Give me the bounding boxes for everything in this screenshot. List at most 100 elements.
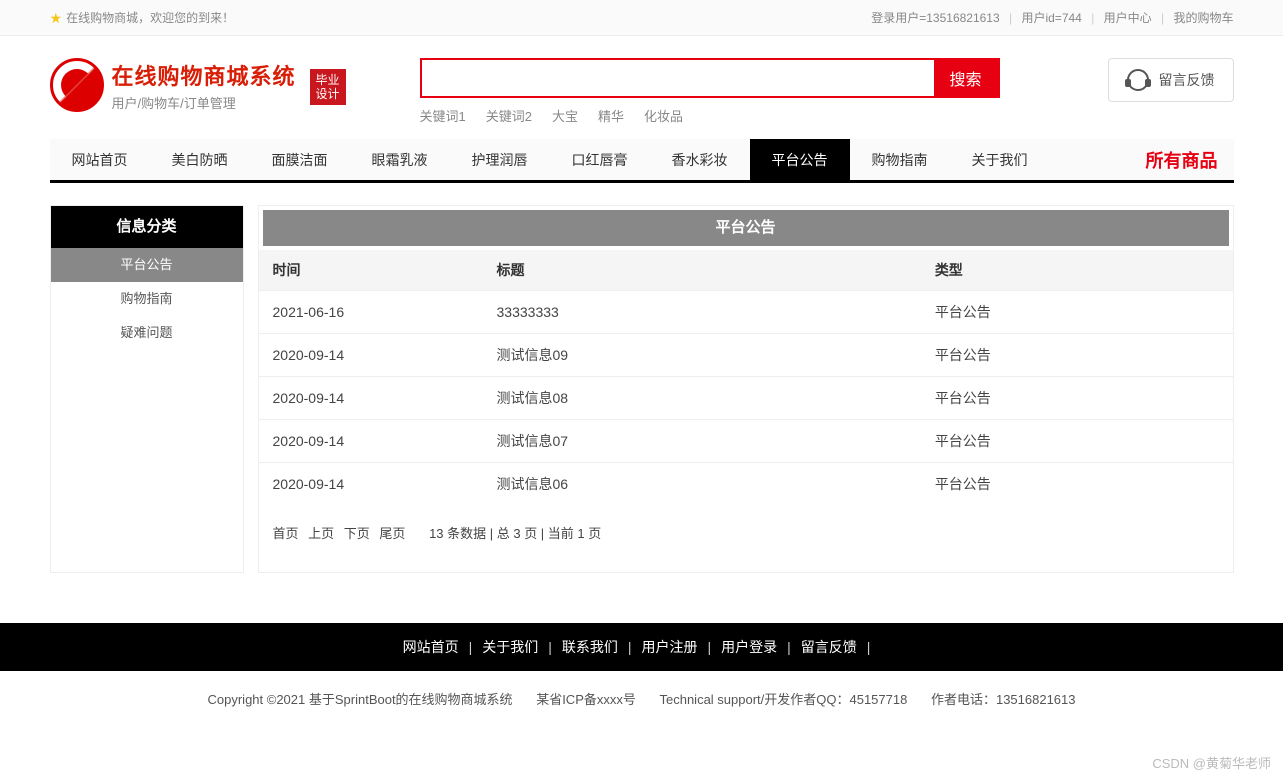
cell-time: 2020-09-14 [259, 463, 483, 506]
cell-time: 2021-06-16 [259, 291, 483, 334]
topbar-right: 登录用户=13516821613 | 用户id=744 | 用户中心 | 我的购… [871, 0, 1233, 36]
page-last[interactable]: 尾页 [379, 526, 405, 541]
sidebar-item[interactable]: 平台公告 [51, 248, 243, 282]
welcome-area: ★ 在线购物商城，欢迎您的到来！ [50, 0, 235, 36]
separator: | [469, 639, 473, 655]
col-title: 标题 [483, 250, 921, 291]
nav-item[interactable]: 香水彩妆 [650, 139, 750, 180]
search-input[interactable] [422, 60, 934, 96]
star-icon: ★ [50, 0, 63, 36]
user-center-link[interactable]: 用户中心 [1104, 11, 1152, 25]
cell-title: 测试信息08 [483, 377, 921, 420]
nav-item[interactable]: 护理润唇 [450, 139, 550, 180]
cell-title: 33333333 [483, 291, 921, 334]
welcome-text: 在线购物商城，欢迎您的到来！ [66, 0, 234, 36]
icp: 某省ICP备xxxx号 [536, 692, 636, 707]
footer-info: Copyright ©2021 基于SprintBoot的在线购物商城系统 某省… [0, 671, 1283, 748]
sidebar: 信息分类 平台公告购物指南疑难问题 [50, 205, 244, 573]
sidebar-item[interactable]: 购物指南 [51, 282, 243, 316]
page-next[interactable]: 下页 [344, 526, 370, 541]
panel-title: 平台公告 [263, 210, 1229, 246]
header: 在线购物商城系统 用户/购物车/订单管理 毕业 设计 搜索 关键词1 关键词2 大宝… [42, 36, 1242, 191]
separator: | [1009, 11, 1012, 25]
pagination: 首页 上页 下页 尾页 13 条数据 | 总 3 页 | 当前 1 页 [259, 505, 1233, 542]
cell-type: 平台公告 [921, 420, 1233, 463]
login-user: 登录用户=13516821613 [871, 11, 999, 25]
footer-link[interactable]: 关于我们 [482, 639, 538, 655]
keyword-link[interactable]: 大宝 [552, 109, 578, 124]
my-cart-link[interactable]: 我的购物车 [1173, 11, 1233, 25]
feedback-area: 留言反馈 [1108, 58, 1234, 102]
separator: | [1091, 11, 1094, 25]
nav-item[interactable]: 购物指南 [850, 139, 950, 180]
table-row[interactable]: 2020-09-14测试信息07平台公告 [259, 420, 1233, 463]
table-row[interactable]: 2020-09-14测试信息08平台公告 [259, 377, 1233, 420]
main-content: 信息分类 平台公告购物指南疑难问题 平台公告 时间 标题 类型 2021-06-… [42, 191, 1242, 613]
sidebar-item[interactable]: 疑难问题 [51, 316, 243, 350]
badge-line1: 毕业 [316, 73, 340, 87]
footer-link[interactable]: 用户注册 [642, 639, 698, 655]
separator: | [708, 639, 712, 655]
cell-title: 测试信息06 [483, 463, 921, 506]
footer-link[interactable]: 留言反馈 [801, 639, 857, 655]
nav-item[interactable]: 面膜洁面 [250, 139, 350, 180]
nav-item[interactable]: 眼霜乳液 [350, 139, 450, 180]
nav-item[interactable]: 美白防晒 [150, 139, 250, 180]
topbar: ★ 在线购物商城，欢迎您的到来！ 登录用户=13516821613 | 用户id… [0, 0, 1283, 36]
page-prev[interactable]: 上页 [308, 526, 334, 541]
page-first[interactable]: 首页 [273, 526, 299, 541]
col-time: 时间 [259, 250, 483, 291]
cell-time: 2020-09-14 [259, 420, 483, 463]
cell-type: 平台公告 [921, 291, 1233, 334]
user-id: 用户id=744 [1021, 11, 1081, 25]
keyword-link[interactable]: 关键词1 [420, 109, 466, 124]
copyright: Copyright ©2021 基于SprintBoot的在线购物商城系统 [208, 692, 513, 707]
separator: | [628, 639, 632, 655]
nav-item[interactable]: 关于我们 [950, 139, 1050, 180]
separator: | [1161, 11, 1164, 25]
feedback-label: 留言反馈 [1159, 70, 1215, 90]
keyword-row: 关键词1 关键词2 大宝 精华 化妆品 [420, 106, 1000, 125]
badge-line2: 设计 [316, 87, 340, 101]
table-row[interactable]: 2021-06-1633333333平台公告 [259, 291, 1233, 334]
headset-icon [1127, 69, 1149, 91]
nav-item[interactable]: 口红唇膏 [550, 139, 650, 180]
watermark: CSDN @黄菊华老师 [1152, 753, 1271, 772]
keyword-link[interactable]: 精华 [598, 109, 624, 124]
table-row[interactable]: 2020-09-14测试信息06平台公告 [259, 463, 1233, 506]
cell-type: 平台公告 [921, 377, 1233, 420]
cell-type: 平台公告 [921, 334, 1233, 377]
main-nav: 网站首页美白防晒面膜洁面眼霜乳液护理润唇口红唇膏香水彩妆平台公告购物指南关于我们… [50, 139, 1234, 183]
content-panel: 平台公告 时间 标题 类型 2021-06-1633333333平台公告2020… [258, 205, 1234, 573]
footer-link[interactable]: 联系我们 [562, 639, 618, 655]
cell-type: 平台公告 [921, 463, 1233, 506]
nav-item[interactable]: 网站首页 [50, 139, 150, 180]
footer-link[interactable]: 用户登录 [721, 639, 777, 655]
footer-nav: 网站首页 | 关于我们 | 联系我们 | 用户注册 | 用户登录 | 留言反馈 | [0, 623, 1283, 671]
cell-time: 2020-09-14 [259, 377, 483, 420]
logo-title: 在线购物商城系统 [112, 59, 296, 91]
table-row[interactable]: 2020-09-14测试信息09平台公告 [259, 334, 1233, 377]
logo-subtitle: 用户/购物车/订单管理 [112, 93, 296, 112]
support: Technical support/开发作者QQ：45157718 [659, 692, 907, 707]
search-button[interactable]: 搜索 [934, 60, 998, 96]
search-area: 搜索 关键词1 关键词2 大宝 精华 化妆品 [420, 58, 1000, 125]
keyword-link[interactable]: 化妆品 [644, 109, 683, 124]
separator: | [787, 639, 791, 655]
cell-title: 测试信息07 [483, 420, 921, 463]
author-phone: 作者电话：13516821613 [931, 692, 1076, 707]
sidebar-title: 信息分类 [51, 206, 243, 248]
footer-link[interactable]: 网站首页 [403, 639, 459, 655]
keyword-link[interactable]: 关键词2 [486, 109, 532, 124]
all-products-link[interactable]: 所有商品 [1146, 139, 1234, 180]
separator: | [548, 639, 552, 655]
logo-area[interactable]: 在线购物商城系统 用户/购物车/订单管理 毕业 设计 [50, 58, 420, 112]
nav-item[interactable]: 平台公告 [750, 139, 850, 180]
separator: | [867, 639, 871, 655]
feedback-button[interactable]: 留言反馈 [1108, 58, 1234, 102]
page-info: 13 条数据 | 总 3 页 | 当前 1 页 [429, 526, 601, 541]
graduation-badge: 毕业 设计 [310, 69, 346, 105]
logo-icon [50, 58, 104, 112]
cell-time: 2020-09-14 [259, 334, 483, 377]
announcement-table: 时间 标题 类型 2021-06-1633333333平台公告2020-09-1… [259, 250, 1233, 505]
